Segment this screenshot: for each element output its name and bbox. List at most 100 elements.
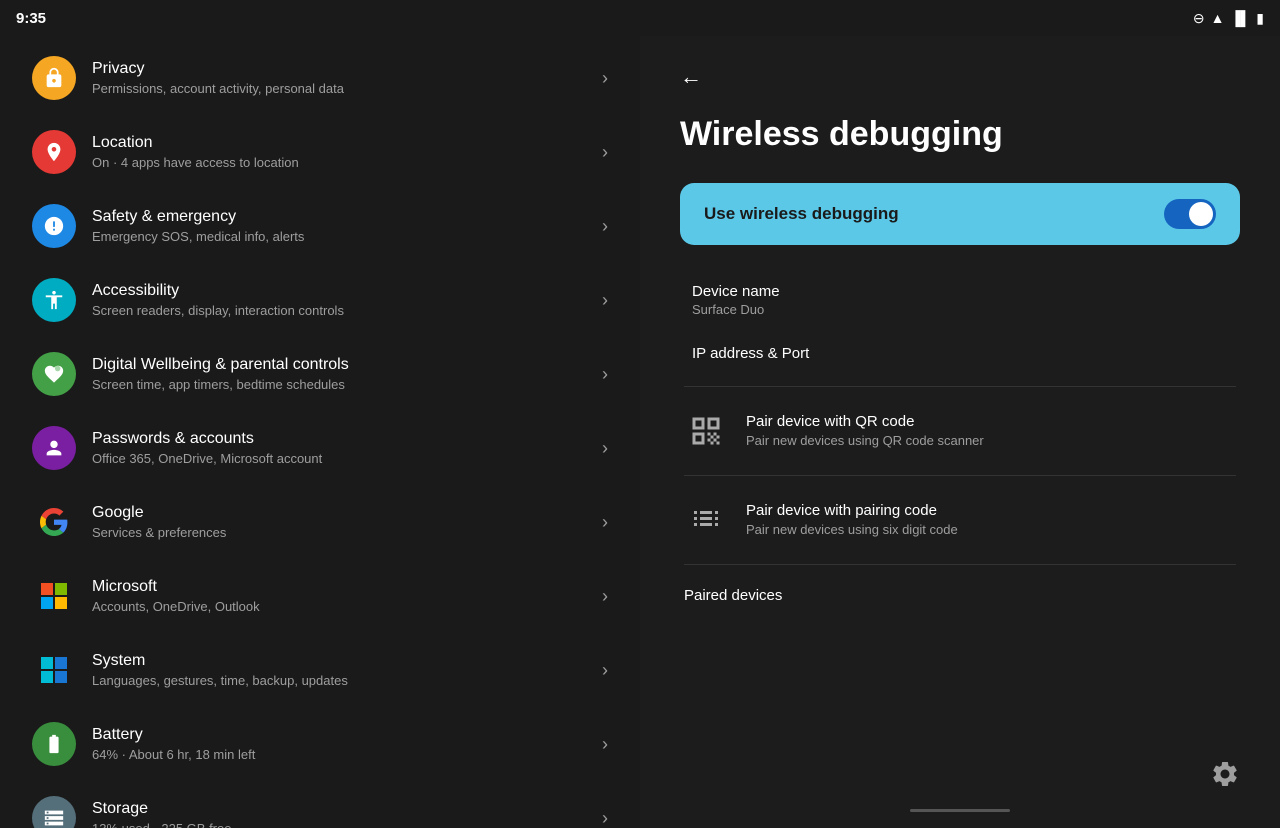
system-icon	[41, 657, 67, 683]
sidebar-item-battery[interactable]: Battery 64% · About 6 hr, 18 min left ›	[12, 708, 628, 780]
accessibility-icon-bg	[32, 278, 76, 322]
safety-icon-bg	[32, 204, 76, 248]
sidebar-item-google[interactable]: Google Services & preferences ›	[12, 486, 628, 558]
privacy-chevron: ›	[602, 68, 608, 89]
pair-code-icon	[688, 502, 724, 538]
wellbeing-chevron: ›	[602, 364, 608, 385]
device-info-section: Device name Surface Duo IP address & Por…	[680, 269, 1240, 378]
pair-qr-title: Pair device with QR code	[746, 413, 984, 430]
battery-settings-icon	[43, 733, 65, 755]
microsoft-icon-bg	[32, 574, 76, 618]
toggle-switch[interactable]	[1164, 199, 1216, 229]
battery-chevron: ›	[602, 734, 608, 755]
battery-subtitle: 64% · About 6 hr, 18 min left	[92, 747, 594, 762]
microsoft-title: Microsoft	[92, 578, 594, 596]
microsoft-text: Microsoft Accounts, OneDrive, Outlook	[92, 578, 594, 614]
pair-code-item[interactable]: Pair device with pairing code Pair new d…	[680, 482, 1240, 558]
sidebar-item-digital-wellbeing[interactable]: Digital Wellbeing & parental controls Sc…	[12, 338, 628, 410]
location-icon-bg	[32, 130, 76, 174]
signal-icon: ▐▌	[1230, 10, 1250, 26]
passwords-icon-bg	[32, 426, 76, 470]
pair-code-text: Pair device with pairing code Pair new d…	[746, 502, 958, 537]
paired-devices-label: Paired devices	[680, 571, 1240, 608]
safety-title: Safety & emergency	[92, 208, 594, 226]
sidebar-item-safety[interactable]: Safety & emergency Emergency SOS, medica…	[12, 190, 628, 262]
safety-chevron: ›	[602, 216, 608, 237]
system-subtitle: Languages, gestures, time, backup, updat…	[92, 673, 594, 688]
storage-subtitle: 13% used · 225 GB free	[92, 821, 594, 828]
qr-icon	[688, 413, 724, 449]
sidebar-item-passwords[interactable]: Passwords & accounts Office 365, OneDriv…	[12, 412, 628, 484]
pair-qr-item[interactable]: Pair device with QR code Pair new device…	[680, 393, 1240, 469]
sidebar-item-location[interactable]: Location On · 4 apps have access to loca…	[12, 116, 628, 188]
sidebar-item-privacy[interactable]: Privacy Permissions, account activity, p…	[12, 42, 628, 114]
system-icon-bg	[32, 648, 76, 692]
passwords-text: Passwords & accounts Office 365, OneDriv…	[92, 430, 594, 466]
safety-subtitle: Emergency SOS, medical info, alerts	[92, 229, 594, 244]
divider-1	[684, 386, 1236, 387]
privacy-subtitle: Permissions, account activity, personal …	[92, 81, 594, 96]
privacy-title: Privacy	[92, 60, 594, 78]
lock-icon	[43, 67, 65, 89]
wellbeing-icon-bg	[32, 352, 76, 396]
passwords-subtitle: Office 365, OneDrive, Microsoft account	[92, 451, 594, 466]
passwords-title: Passwords & accounts	[92, 430, 594, 448]
google-icon	[40, 508, 68, 536]
google-title: Google	[92, 504, 594, 522]
pair-code-subtitle: Pair new devices using six digit code	[746, 522, 958, 537]
storage-title: Storage	[92, 800, 594, 818]
location-text: Location On · 4 apps have access to loca…	[92, 134, 594, 170]
location-subtitle: On · 4 apps have access to location	[92, 155, 594, 170]
divider-3	[684, 564, 1236, 565]
battery-text: Battery 64% · About 6 hr, 18 min left	[92, 726, 594, 762]
back-button[interactable]: ←	[680, 56, 702, 98]
pair-code-icon-wrapper	[684, 498, 728, 542]
google-icon-bg	[32, 500, 76, 544]
sidebar-item-storage[interactable]: Storage 13% used · 225 GB free ›	[12, 782, 628, 828]
wireless-debugging-panel: ← Wireless debugging Use wireless debugg…	[640, 36, 1280, 828]
pair-code-title: Pair device with pairing code	[746, 502, 958, 519]
storage-text: Storage 13% used · 225 GB free	[92, 800, 594, 828]
settings-list: Privacy Permissions, account activity, p…	[0, 36, 640, 828]
wellbeing-icon	[43, 363, 65, 385]
google-subtitle: Services & preferences	[92, 525, 594, 540]
battery-title: Battery	[92, 726, 594, 744]
location-title: Location	[92, 134, 594, 152]
accessibility-text: Accessibility Screen readers, display, i…	[92, 282, 594, 318]
accessibility-chevron: ›	[602, 290, 608, 311]
battery-icon: ▮	[1256, 10, 1264, 27]
battery-icon-bg	[32, 722, 76, 766]
system-title: System	[92, 652, 594, 670]
status-time: 9:35	[16, 10, 46, 27]
location-chevron: ›	[602, 142, 608, 163]
sidebar-item-accessibility[interactable]: Accessibility Screen readers, display, i…	[12, 264, 628, 336]
sidebar-item-system[interactable]: System Languages, gestures, time, backup…	[12, 634, 628, 706]
gear-icon[interactable]	[1210, 759, 1240, 796]
do-not-disturb-icon: ⊖	[1193, 10, 1205, 27]
status-icons: ⊖ ▲ ▐▌ ▮	[1193, 10, 1264, 27]
privacy-text: Privacy Permissions, account activity, p…	[92, 60, 594, 96]
accounts-icon	[43, 437, 65, 459]
storage-icon	[43, 807, 65, 828]
wireless-debugging-toggle-row[interactable]: Use wireless debugging	[680, 183, 1240, 245]
wellbeing-text: Digital Wellbeing & parental controls Sc…	[92, 356, 594, 392]
system-chevron: ›	[602, 660, 608, 681]
qr-icon-wrapper	[684, 409, 728, 453]
storage-icon-bg	[32, 796, 76, 828]
accessibility-subtitle: Screen readers, display, interaction con…	[92, 303, 594, 318]
microsoft-subtitle: Accounts, OneDrive, Outlook	[92, 599, 594, 614]
microsoft-chevron: ›	[602, 586, 608, 607]
device-name-value: Surface Duo	[692, 302, 1228, 317]
sidebar-item-microsoft[interactable]: Microsoft Accounts, OneDrive, Outlook ›	[12, 560, 628, 632]
ip-address-row: IP address & Port	[688, 331, 1232, 378]
storage-chevron: ›	[602, 808, 608, 828]
accessibility-title: Accessibility	[92, 282, 594, 300]
main-layout: Privacy Permissions, account activity, p…	[0, 36, 1280, 828]
accessibility-icon	[43, 289, 65, 311]
location-icon	[43, 141, 65, 163]
system-text: System Languages, gestures, time, backup…	[92, 652, 594, 688]
wifi-icon: ▲	[1211, 10, 1225, 26]
google-chevron: ›	[602, 512, 608, 533]
google-text: Google Services & preferences	[92, 504, 594, 540]
safety-text: Safety & emergency Emergency SOS, medica…	[92, 208, 594, 244]
